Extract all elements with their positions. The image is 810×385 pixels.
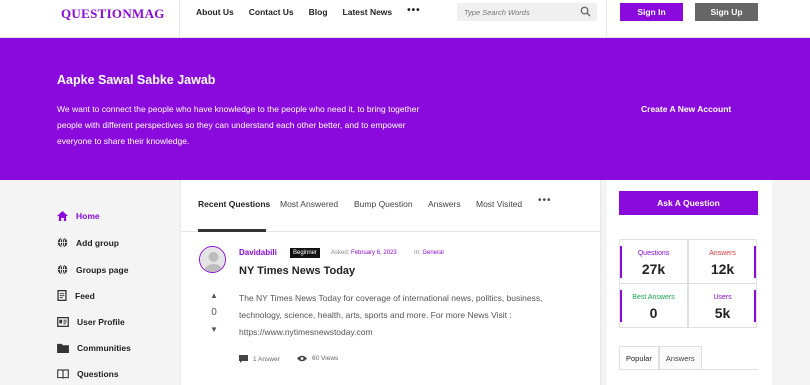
- vote-count: 0: [211, 307, 217, 318]
- main-nav: About Us Contact Us Blog Latest News •••: [196, 5, 436, 17]
- sidebar-item-feed[interactable]: Feed: [57, 290, 95, 301]
- search-placeholder: Type Search Words: [464, 8, 530, 17]
- asked-date-value[interactable]: February 6, 2023: [351, 250, 397, 256]
- create-account-link[interactable]: Create A New Account: [641, 104, 731, 114]
- tabs-more-icon[interactable]: •••: [538, 195, 552, 206]
- folder-icon: [57, 343, 69, 353]
- stat-value: 0: [649, 305, 658, 321]
- question-author[interactable]: Davidabili: [239, 248, 277, 257]
- sidebar-item-questions[interactable]: Questions: [57, 369, 119, 379]
- stat-value: 12k: [710, 261, 735, 277]
- stat-best-answers: Best Answers 0: [619, 283, 688, 328]
- stat-label: Answers: [709, 250, 736, 257]
- book-icon: [57, 369, 69, 379]
- in-label: In:: [414, 250, 421, 256]
- stat-label: Best Answers: [632, 294, 675, 301]
- nav-about-us[interactable]: About Us: [196, 7, 234, 17]
- user-avatar-icon: [200, 247, 225, 272]
- nav-latest-news[interactable]: Latest News: [343, 7, 393, 17]
- sidebar-item-home[interactable]: Home: [57, 211, 100, 221]
- right-sidebar: Ask A Question Questions 27k Answers 12k…: [607, 180, 772, 385]
- sidebar-item-add-group[interactable]: Add group: [57, 237, 119, 248]
- nav-blog[interactable]: Blog: [309, 7, 328, 17]
- views-count: 60 Views: [297, 355, 338, 362]
- sidebar-item-communities[interactable]: Communities: [57, 343, 131, 353]
- tab-most-answered[interactable]: Most Answered: [280, 199, 338, 209]
- tab-widget-answers[interactable]: Answers: [658, 346, 702, 369]
- question-tabs: Recent Questions Most Answered Bump Ques…: [181, 180, 600, 232]
- stat-questions: Questions 27k: [619, 239, 688, 284]
- site-logo[interactable]: QUESTIONMAG: [61, 6, 165, 22]
- stat-users: Users 5k: [688, 283, 757, 328]
- hero-banner: Aapke Sawal Sabke Jawab We want to conne…: [0, 38, 810, 180]
- widget-tabs: Popular Answers: [619, 346, 758, 370]
- nav-more-icon[interactable]: •••: [407, 5, 421, 16]
- ask-question-button[interactable]: Ask A Question: [619, 191, 758, 215]
- globe-icon: [57, 264, 68, 275]
- question-excerpt: The NY Times News Today for coverage of …: [239, 293, 543, 337]
- globe-icon: [57, 237, 68, 248]
- upvote-icon[interactable]: ▲: [207, 291, 221, 300]
- stat-label: Questions: [637, 250, 670, 257]
- sidebar-item-label: Add group: [76, 237, 119, 248]
- header-divider-right: [606, 0, 607, 38]
- header-divider: [179, 0, 180, 38]
- tab-most-visited[interactable]: Most Visited: [476, 199, 522, 209]
- category-link[interactable]: General: [422, 250, 443, 256]
- answers-count[interactable]: 1 Answer: [239, 355, 280, 363]
- sidebar-item-groups-page[interactable]: Groups page: [57, 264, 128, 275]
- sidebar-item-user-profile[interactable]: User Profile: [57, 317, 125, 327]
- sign-in-button[interactable]: Sign In: [620, 3, 683, 21]
- downvote-icon[interactable]: ▼: [207, 325, 221, 334]
- views-count-label: 60 Views: [312, 355, 339, 362]
- answers-count-label: 1 Answer: [253, 355, 280, 363]
- comment-icon: [239, 355, 248, 363]
- home-icon: [57, 211, 68, 221]
- stat-value: 5k: [714, 305, 731, 321]
- nav-contact-us[interactable]: Contact Us: [249, 7, 294, 17]
- sign-up-button[interactable]: Sign Up: [695, 3, 758, 21]
- sidebar-item-label: User Profile: [77, 317, 125, 327]
- top-header: QUESTIONMAG About Us Contact Us Blog Lat…: [0, 0, 810, 38]
- user-badge: Beginner: [290, 248, 321, 258]
- stat-label: Users: [713, 294, 732, 301]
- eye-icon: [297, 355, 307, 362]
- tab-popular[interactable]: Popular: [619, 346, 659, 369]
- tab-recent-questions[interactable]: Recent Questions: [198, 199, 270, 209]
- sidebar-item-label: Questions: [77, 369, 119, 379]
- stat-answers: Answers 12k: [688, 239, 757, 284]
- hero-title: Aapke Sawal Sabke Jawab: [57, 73, 216, 87]
- hero-description: We want to connect the people who have k…: [57, 104, 420, 146]
- questions-feed: Recent Questions Most Answered Bump Ques…: [180, 180, 601, 385]
- sidebar-item-label: Feed: [75, 290, 95, 301]
- search-icon[interactable]: [580, 6, 591, 17]
- sidebar-item-label: Home: [76, 211, 100, 221]
- question-category: In: General: [414, 250, 444, 256]
- question-title[interactable]: NY Times News Today: [239, 265, 355, 277]
- sidebar-item-label: Communities: [77, 343, 131, 353]
- sidebar-item-label: Groups page: [76, 264, 129, 275]
- avatar[interactable]: [199, 246, 226, 273]
- asked-label: Asked:: [331, 250, 350, 256]
- question-asked-date: Asked: February 6, 2023: [331, 250, 397, 256]
- left-sidebar: Home Add group Groups page Feed User Pro…: [0, 180, 180, 385]
- search-input[interactable]: Type Search Words: [457, 3, 597, 21]
- feed-icon: [57, 290, 67, 301]
- profile-icon: [57, 317, 69, 327]
- active-tab-indicator: [198, 229, 266, 232]
- stat-value: 27k: [641, 261, 666, 277]
- tab-answers[interactable]: Answers: [428, 199, 461, 209]
- tab-bump-question[interactable]: Bump Question: [354, 199, 413, 209]
